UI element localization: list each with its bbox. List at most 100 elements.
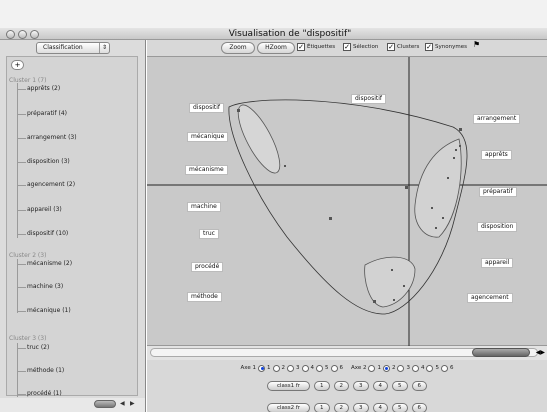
axe2-radio-5[interactable] bbox=[426, 364, 434, 372]
add-button[interactable]: + bbox=[11, 60, 24, 70]
plot-label[interactable]: préparatif bbox=[479, 187, 517, 197]
plot-label[interactable]: apprêts bbox=[481, 150, 512, 160]
plot-horizontal-scrollbar[interactable]: ◀▶ bbox=[147, 346, 547, 360]
tree-item[interactable]: machine (3) bbox=[27, 283, 63, 291]
tree-item[interactable]: apprêts (2) bbox=[27, 85, 60, 93]
tree-item[interactable]: méthode (1) bbox=[27, 367, 64, 375]
clusters-checkbox[interactable]: ✓ Clusters bbox=[387, 42, 419, 52]
sidebar-scroll-thumb[interactable] bbox=[94, 400, 116, 408]
tree-item[interactable]: appareil (3) bbox=[27, 206, 62, 214]
class1-button[interactable]: class1 fr bbox=[266, 380, 311, 391]
clusters-label: Clusters bbox=[397, 44, 420, 50]
axe1-radio-3[interactable] bbox=[287, 364, 294, 372]
plot-label[interactable]: appareil bbox=[481, 258, 514, 268]
checkmark-icon[interactable]: ✓ bbox=[425, 43, 433, 51]
class2-btn-2[interactable]: 2 bbox=[333, 402, 350, 412]
axe2-radio-1[interactable] bbox=[368, 364, 376, 372]
plot-label[interactable]: agencement bbox=[467, 293, 513, 303]
selection-checkbox[interactable]: ✓ Sélection bbox=[343, 42, 378, 52]
class1-btn-2[interactable]: 2 bbox=[333, 380, 350, 391]
tree-item[interactable]: dispositif (10) bbox=[27, 230, 68, 238]
axe2-label: Axe 2 bbox=[351, 365, 367, 371]
axe2-radio-3[interactable] bbox=[397, 364, 405, 372]
zoom-window-button[interactable] bbox=[30, 30, 39, 39]
option-label: 3 bbox=[406, 365, 410, 371]
synonymes-checkbox[interactable]: ✓ Synonymes bbox=[425, 42, 467, 52]
plot-area[interactable]: dispositif dispositif mécanique mécanism… bbox=[147, 56, 547, 347]
scroll-left-icon[interactable]: ◀ bbox=[120, 399, 125, 408]
minimize-window-button[interactable] bbox=[18, 30, 27, 39]
class2-btn-4[interactable]: 4 bbox=[372, 402, 389, 412]
plot-label[interactable]: disposition bbox=[477, 222, 518, 232]
option-label: 2 bbox=[281, 365, 286, 371]
synonymes-label: Synonymes bbox=[435, 44, 467, 50]
plot-label[interactable]: méthode bbox=[187, 292, 222, 302]
option-label: 5 bbox=[435, 365, 439, 371]
tree-item[interactable]: agencement (2) bbox=[27, 181, 75, 189]
sidebar: Classification ⇕ + Cluster 1 (7) apprêts… bbox=[0, 40, 146, 412]
hzoom-button[interactable]: HZoom bbox=[257, 42, 295, 54]
axis-selector: Axe 1 1 2 3 4 5 6 Axe 2 1 2 3 4 5 6 bbox=[147, 362, 547, 374]
cluster-hull-4 bbox=[364, 256, 416, 308]
tree-item[interactable]: truc (2) bbox=[27, 344, 49, 352]
cluster-2-header[interactable]: Cluster 2 (3) bbox=[9, 252, 46, 260]
close-window-button[interactable] bbox=[6, 30, 15, 39]
axe1-radio-2[interactable] bbox=[272, 364, 280, 372]
checkmark-icon[interactable]: ✓ bbox=[297, 43, 305, 51]
class2-btn-3[interactable]: 3 bbox=[353, 402, 369, 412]
tree-item[interactable]: disposition (3) bbox=[27, 158, 70, 166]
plot-label[interactable]: truc bbox=[199, 229, 219, 239]
tree-item[interactable]: mécanique (1) bbox=[27, 307, 71, 315]
axe2-radio-2[interactable] bbox=[382, 364, 390, 372]
etiquettes-checkbox[interactable]: ✓ Étiquettes bbox=[297, 42, 335, 52]
scroll-thumb[interactable] bbox=[472, 348, 530, 357]
scroll-arrows-icon[interactable]: ◀▶ bbox=[536, 348, 545, 357]
sidebar-scrollbar[interactable]: ◀ ▶ bbox=[0, 398, 145, 412]
class1-btn-1[interactable]: 1 bbox=[314, 380, 330, 391]
plot-label[interactable]: mécanisme bbox=[185, 165, 228, 175]
checkmark-icon[interactable]: ✓ bbox=[387, 43, 395, 51]
classification-select[interactable]: Classification ⇕ bbox=[36, 42, 110, 54]
plot-label[interactable]: machine bbox=[187, 202, 221, 212]
class1-btn-4[interactable]: 4 bbox=[372, 380, 389, 391]
blank-top-area bbox=[0, 0, 547, 28]
axe1-radio-5[interactable] bbox=[316, 364, 323, 372]
axe2-radio-6[interactable] bbox=[440, 364, 448, 372]
scroll-right-icon[interactable]: ▶ bbox=[130, 399, 135, 408]
cluster-1-header[interactable]: Cluster 1 (7) bbox=[9, 77, 46, 85]
class1-btn-6[interactable]: 6 bbox=[411, 380, 428, 391]
option-label: 5 bbox=[325, 365, 329, 371]
axe2-radio-4[interactable] bbox=[411, 364, 419, 372]
plot-label[interactable]: dispositif bbox=[351, 94, 387, 104]
cluster-hull-3 bbox=[414, 138, 462, 238]
class1-btn-5[interactable]: 5 bbox=[392, 380, 408, 391]
tree-item[interactable]: mécanisme (2) bbox=[27, 260, 72, 268]
plot-label[interactable]: procédé bbox=[191, 262, 224, 272]
plot-label[interactable]: mécanique bbox=[187, 132, 229, 142]
cluster-3-header[interactable]: Cluster 3 (3) bbox=[9, 335, 46, 343]
tree-item[interactable]: procédé (1) bbox=[27, 390, 62, 398]
option-label: 1 bbox=[377, 365, 381, 371]
class2-btn-1[interactable]: 1 bbox=[314, 402, 330, 412]
plot-label[interactable]: dispositif bbox=[189, 103, 225, 113]
zoom-button[interactable]: Zoom bbox=[221, 42, 255, 54]
window-title: Visualisation de "dispositif" bbox=[228, 29, 352, 39]
selection-label: Sélection bbox=[353, 44, 379, 50]
plot-label[interactable]: arrangement bbox=[473, 114, 521, 124]
checkmark-icon[interactable]: ✓ bbox=[343, 43, 351, 51]
class2-btn-6[interactable]: 6 bbox=[411, 402, 428, 412]
axe1-radio-6[interactable] bbox=[330, 364, 338, 372]
class2-button[interactable]: class2 fr bbox=[266, 402, 311, 412]
axe1-radio-4[interactable] bbox=[301, 364, 309, 372]
flag-icon: ⚑ bbox=[473, 40, 481, 49]
option-label: 2 bbox=[391, 365, 396, 371]
class1-row: class1 fr 1 2 3 4 5 6 bbox=[147, 380, 547, 391]
class2-btn-5[interactable]: 5 bbox=[392, 402, 408, 412]
tree-item[interactable]: arrangement (3) bbox=[27, 134, 77, 142]
class1-btn-3[interactable]: 3 bbox=[353, 380, 369, 391]
tree-item[interactable]: préparatif (4) bbox=[27, 110, 67, 118]
axe1-radio-1[interactable] bbox=[258, 364, 265, 372]
option-label: 1 bbox=[267, 365, 271, 371]
axe1-label: Axe 1 bbox=[240, 365, 256, 371]
option-label: 3 bbox=[296, 365, 300, 371]
